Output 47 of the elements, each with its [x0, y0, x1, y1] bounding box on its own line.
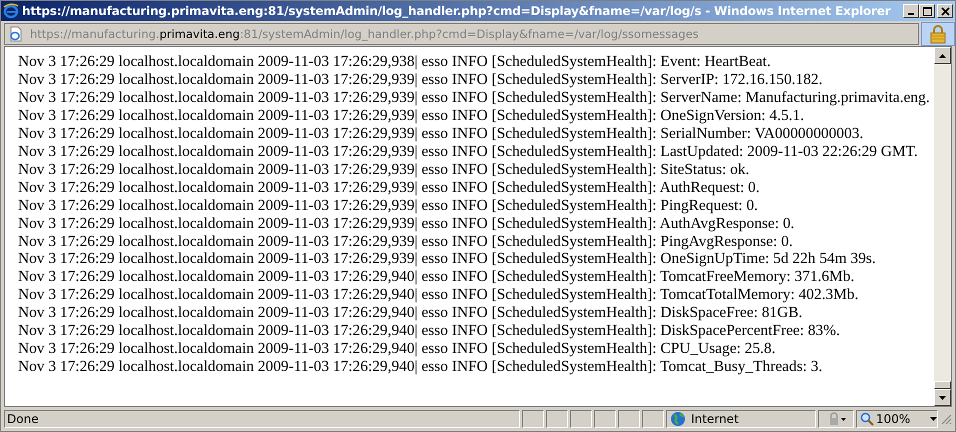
log-line: Nov 3 17:26:29 localhost.localdomain 2009-11-03 17:26:29,939| esso INFO [ScheduledSystemHealth]: SerialNumber: VA00000000003. [18, 124, 864, 143]
minimize-button[interactable] [903, 4, 919, 18]
scroll-down-icon[interactable] [939, 396, 946, 400]
maximize-button[interactable] [919, 4, 935, 18]
status-pane [570, 410, 592, 428]
log-line: Nov 3 17:26:29 localhost.localdomain 2009-11-03 17:26:29,940| esso INFO [ScheduledSystemHealth]: CPU_Usage: 25.8. [18, 340, 776, 358]
log-line: Nov 3 17:26:29 localhost.localdomain 2009-11-03 17:26:29,939| esso INFO [ScheduledSystemHealth]: PingRequest: 0. [18, 196, 759, 215]
log-line: Nov 3 17:26:29 localhost.localdomain 2009-11-03 17:26:29,939| esso INFO [ScheduledSystemHealth]: OneSignUpTime: 5d 22h 54m 39s. [18, 250, 877, 268]
browser-logo-icon [3, 3, 19, 19]
log-line: Nov 3 17:26:29 localhost.localdomain 2009-11-03 17:26:29,939| esso INFO [ScheduledSystemHealth]: ServerName: Manufacturing.primavita.eng. [18, 88, 931, 107]
status-text: Done [4, 410, 520, 428]
log-line: Nov 3 17:26:29 localhost.localdomain 2009-11-03 17:26:29,939| esso INFO [ScheduledSystemHealth]: OneSignVersion: 4.5.1. [18, 106, 806, 125]
address-field[interactable]: https://manufacturing.primavita.eng:81/systemAdmin/log_handler.php?cmd=Display&fname=/var/log/ssomessages [4, 23, 919, 45]
zoom-icon [860, 412, 874, 426]
padlock-icon [929, 24, 947, 44]
log-line: Nov 3 17:26:29 localhost.localdomain 2009-11-03 17:26:29,939| esso INFO [ScheduledSystemHealth]: AuthAvgResponse: 0. [18, 214, 796, 233]
zone-label: Internet [691, 412, 739, 426]
log-line: Nov 3 17:26:29 localhost.localdomain 2009-11-03 17:26:29,940| esso INFO [ScheduledSystemHealth]: DiskSpacePercentFree: 83%. [18, 322, 841, 340]
log-line: Nov 3 17:26:29 localhost.localdomain 2009-11-03 17:26:29,938| esso INFO [ScheduledSystemHealth]: Event: HeartBeat. [18, 53, 772, 71]
scroll-thumb[interactable] [934, 381, 951, 389]
protected-mode-dropdown[interactable] [818, 410, 854, 428]
globe-icon [670, 411, 686, 427]
status-pane [642, 410, 664, 428]
window-title: https://manufacturing.primavita.eng:81/systemAdmin/log_handler.php?cmd=Display&fname=/var/log/s - Windows Internet Explorer [22, 4, 892, 18]
log-line: Nov 3 17:26:29 localhost.localdomain 2009-11-03 17:26:29,939| esso INFO [ScheduledSystemHealth]: AuthRequest: 0. [18, 178, 761, 197]
status-pane [522, 410, 544, 428]
log-line: Nov 3 17:26:29 localhost.localdomain 2009-11-03 17:26:29,940| esso INFO [ScheduledSystemHealth]: TomcatTotalMemory: 402.3Mb. [18, 286, 860, 304]
log-line: Nov 3 17:26:29 localhost.localdomain 2009-11-03 17:26:29,939| esso INFO [ScheduledSystemHealth]: ServerIP: 172.16.150.182. [18, 70, 824, 89]
log-line: Nov 3 17:26:29 localhost.localdomain 2009-11-03 17:26:29,940| esso INFO [ScheduledSystemHealth]: DiskSpaceFree: 81GB. [18, 304, 804, 322]
zoom-level: 100% [876, 412, 912, 426]
scroll-up-icon[interactable] [939, 54, 946, 58]
status-pane [594, 410, 616, 428]
resize-grip[interactable] [940, 413, 952, 425]
close-button[interactable] [937, 4, 953, 18]
log-line: Nov 3 17:26:29 localhost.localdomain 2009-11-03 17:26:29,940| esso INFO [ScheduledSystemHealth]: Tomcat_Busy_Threads: 3. [18, 358, 824, 376]
status-pane [618, 410, 640, 428]
zoom-dropdown[interactable]: 100% [856, 410, 938, 428]
page-icon [8, 26, 24, 42]
close-icon [940, 6, 950, 16]
vertical-scrollbar[interactable] [934, 47, 951, 406]
log-line: Nov 3 17:26:29 localhost.localdomain 2009-11-03 17:26:29,939| esso INFO [ScheduledSystemHealth]: LastUpdated: 2009-11-03 22:26:29 GMT. [18, 142, 919, 161]
log-line: Nov 3 17:26:29 localhost.localdomain 2009-11-03 17:26:29,939| esso INFO [ScheduledSystemHealth]: PingAvgResponse: 0. [18, 232, 794, 250]
maximize-icon [922, 6, 932, 16]
status-pane [546, 410, 568, 428]
log-line: Nov 3 17:26:29 localhost.localdomain 2009-11-03 17:26:29,939| esso INFO [ScheduledSystemHealth]: SiteStatus: ok. [18, 160, 750, 179]
log-line: Nov 3 17:26:29 localhost.localdomain 2009-11-03 17:26:29,940| esso INFO [ScheduledSystemHealth]: TomcatFreeMemory: 371.6Mb. [18, 268, 856, 286]
caret-icon [930, 417, 937, 421]
